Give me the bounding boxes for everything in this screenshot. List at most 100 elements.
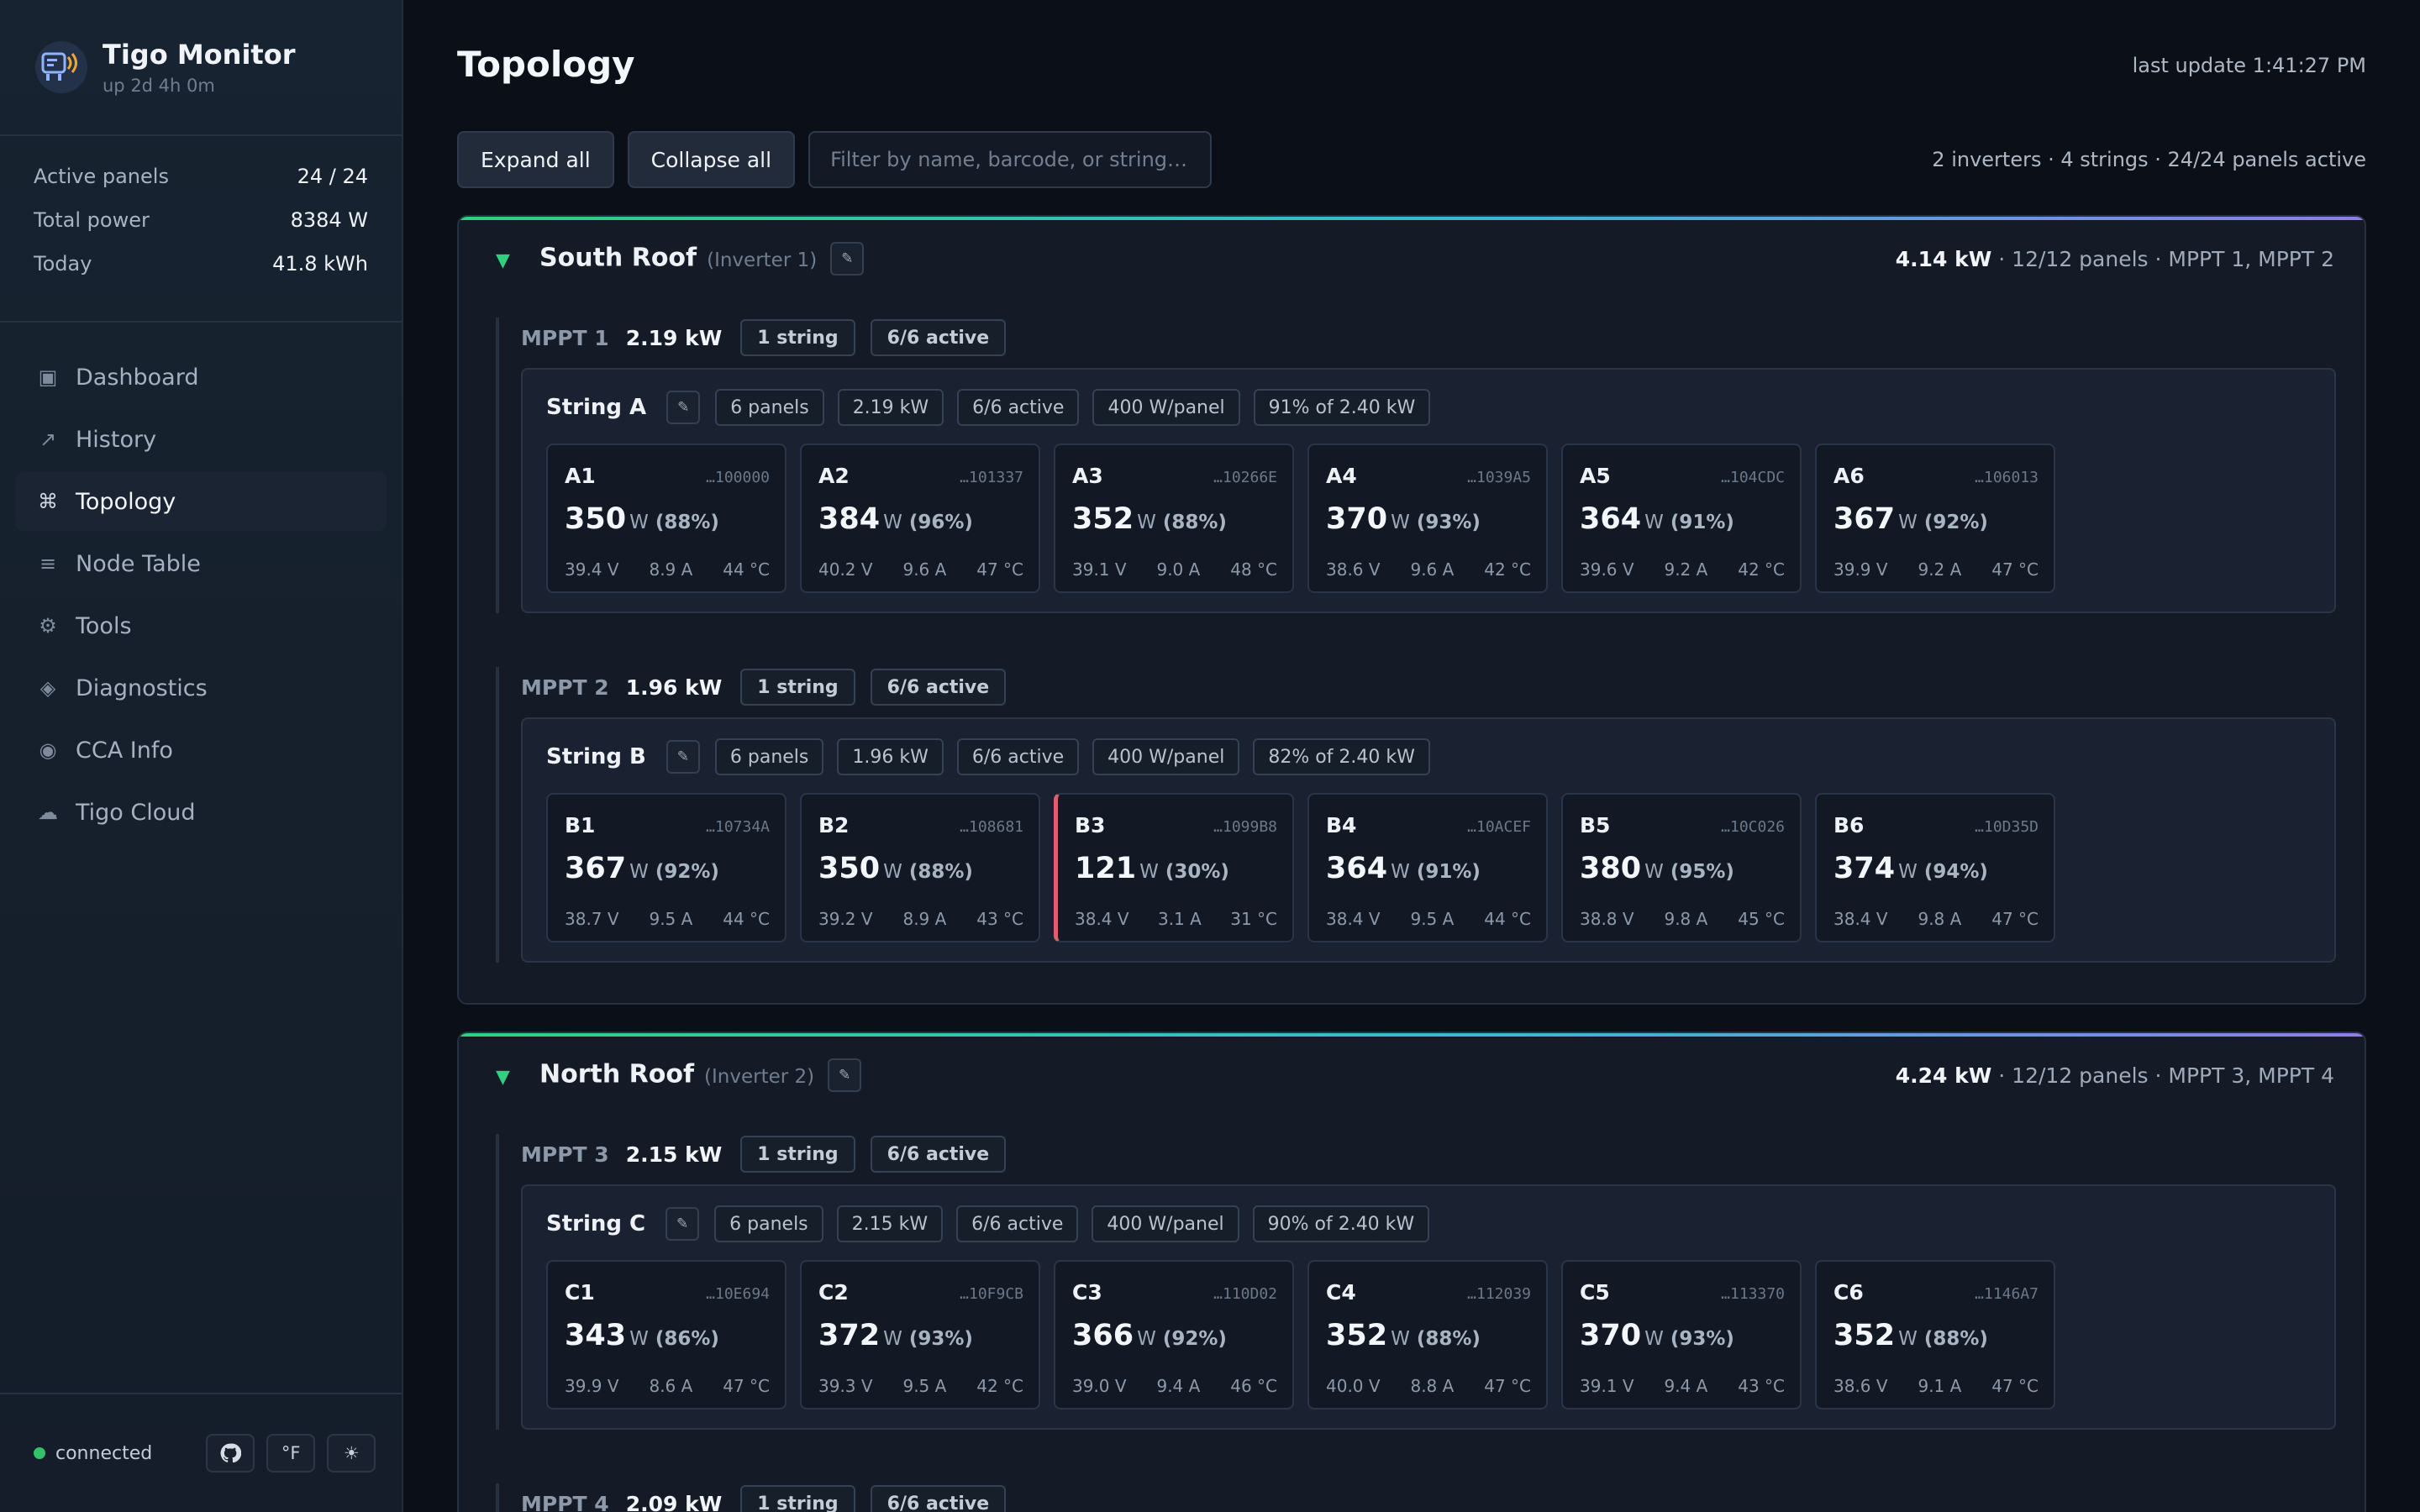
collapse-caret-icon[interactable]: ▼ [496,250,510,271]
sidebar-item-tigo-cloud[interactable]: ☁ Tigo Cloud [15,783,387,842]
panel-metrics: 39.3 V 9.5 A 42 °C [818,1376,1023,1396]
panel-current: 9.5 A [902,1376,947,1396]
mppt-power: 2.19 kW [625,325,723,350]
panel-card[interactable]: B3 …1099B8 121 W (30%) 38.4 V 3.1 A 31 °C [1054,793,1294,942]
panel-id: B1 [565,813,596,837]
sidebar-item-diagnostics[interactable]: ◈ Diagnostics [15,659,387,717]
panel-power-unit: W [1644,512,1664,533]
panel-card[interactable]: A1 …100000 350 W (88%) 39.4 V 8.9 A 44 °C [546,444,786,593]
mppt-label: MPPT 1 [521,325,609,350]
panel-card[interactable]: C3 …110D02 366 W (92%) 39.0 V 9.4 A 46 °C [1054,1260,1294,1410]
collapse-all-button[interactable]: Collapse all [627,131,796,188]
panel-card[interactable]: B4 …10ACEF 364 W (91%) 38.4 V 9.5 A 44 °C [1307,793,1548,942]
mppt-active-count: 6/6 active [870,319,1007,356]
mppt-group: MPPT 3 2.15 kW 1 string 6/6 active String C ✎… [496,1134,2339,1430]
panel-barcode: …10734A [706,818,770,836]
connection-status-dot [34,1447,45,1459]
sidebar-item-label: Tigo Cloud [76,799,196,826]
stat-active-panels: Active panels 24 / 24 [34,155,368,198]
panel-power-percent: (88%) [908,861,973,883]
panel-card[interactable]: B1 …10734A 367 W (92%) 38.7 V 9.5 A 44 °C [546,793,786,942]
panel-power-percent: (92%) [655,861,719,883]
panel-card[interactable]: A6 …106013 367 W (92%) 39.9 V 9.2 A 47 °C [1815,444,2055,593]
topology-icon: ⌘ [38,490,58,513]
github-button[interactable] [206,1434,255,1473]
stats-block: Active panels 24 / 24 Total power 8384 W… [0,136,402,323]
sidebar-item-tools[interactable]: ⚙ Tools [15,596,387,655]
edit-pencil-icon[interactable]: ✎ [828,1058,862,1092]
panel-power-unit: W [1898,512,1918,533]
panel-card[interactable]: A2 …101337 384 W (96%) 40.2 V 9.6 A 47 °C [800,444,1040,593]
panel-card[interactable]: C1 …10E694 343 W (86%) 39.9 V 8.6 A 47 °C [546,1260,786,1410]
mppt-string-count: 1 string [740,1485,855,1512]
stat-today: Today 41.8 kWh [34,242,368,286]
sidebar-item-label: Diagnostics [76,675,208,701]
sidebar-item-topology[interactable]: ⌘ Topology [15,472,387,531]
sidebar-item-history[interactable]: ↗ History [15,410,387,469]
mppt-string-count: 1 string [740,669,855,706]
panel-id: C2 [818,1280,849,1305]
sidebar-item-node-table[interactable]: ≡ Node Table [15,534,387,593]
panel-power-value: 352 [1072,502,1134,536]
panel-power-value: 370 [1326,502,1388,536]
panel-voltage: 38.7 V [565,909,619,929]
panel-metrics: 40.0 V 8.8 A 47 °C [1326,1376,1531,1396]
inverter-subtitle: (Inverter 1) [707,249,818,271]
panel-card[interactable]: C4 …112039 352 W (88%) 40.0 V 8.8 A 47 °C [1307,1260,1548,1410]
panel-temperature: 47 °C [1991,1376,2039,1396]
edit-pencil-icon[interactable]: ✎ [666,740,700,774]
panel-barcode: …110D02 [1213,1285,1277,1303]
edit-pencil-icon[interactable]: ✎ [666,391,701,424]
panel-grid: C1 …10E694 343 W (86%) 39.9 V 8.6 A 47 °C C2 …10F… [546,1260,2069,1410]
panel-current: 8.9 A [902,909,947,929]
theme-toggle-sun-icon[interactable]: ☀ [327,1434,376,1473]
mppt-header: MPPT 1 2.19 kW 1 string 6/6 active [521,318,1021,358]
panel-current: 9.6 A [1410,559,1455,580]
panel-power-unit: W [883,512,902,533]
collapse-caret-icon[interactable]: ▼ [496,1067,510,1088]
inverter-header[interactable]: ▼ South Roof (Inverter 1) ✎ 4.14 kW · 12/12 … [459,217,2365,297]
sidebar-nav: ▣ Dashboard ↗ History ⌘ Topology ≡ Node Table ⚙ T… [0,323,402,842]
panel-card[interactable]: C2 …10F9CB 372 W (93%) 39.3 V 9.5 A 42 °C [800,1260,1040,1410]
inverter-title: South Roof [539,243,697,273]
inverter-header[interactable]: ▼ North Roof (Inverter 2) ✎ 4.24 kW · 12/12 … [459,1033,2365,1114]
panel-card[interactable]: B2 …108681 350 W (88%) 39.2 V 8.9 A 43 °C [800,793,1040,942]
panel-power-unit: W [1898,861,1918,883]
temperature-unit-toggle[interactable]: °F [266,1434,316,1473]
panel-temperature: 47 °C [1484,1376,1531,1396]
panel-power-percent: (88%) [1416,1328,1481,1350]
page-title: Topology [457,44,635,85]
expand-all-button[interactable]: Expand all [457,131,614,188]
string-stat-chip: 91% of 2.40 kW [1253,389,1431,426]
filter-input[interactable] [808,131,1213,188]
sidebar-item-dashboard[interactable]: ▣ Dashboard [15,348,387,407]
panel-card[interactable]: C5 …113370 370 W (93%) 39.1 V 9.4 A 43 °C [1561,1260,1802,1410]
sidebar-item-cca-info[interactable]: ◉ CCA Info [15,721,387,780]
panel-voltage: 38.4 V [1833,909,1888,929]
edit-pencil-icon[interactable]: ✎ [666,1207,700,1241]
string-stat-chip: 6 panels [715,389,824,426]
panel-card[interactable]: A5 …104CDC 364 W (91%) 39.6 V 9.2 A 42 °C [1561,444,1802,593]
string-stat-chip: 90% of 2.40 kW [1252,1205,1430,1242]
panel-metrics: 39.9 V 8.6 A 47 °C [565,1376,770,1396]
panel-power-unit: W [1137,1328,1156,1350]
panel-barcode: …10266E [1213,469,1277,486]
panel-card[interactable]: C6 …1146A7 352 W (88%) 38.6 V 9.1 A 47 °C [1815,1260,2055,1410]
panel-card[interactable]: B5 …10C026 380 W (95%) 38.8 V 9.8 A 45 °C [1561,793,1802,942]
panel-card[interactable]: A3 …10266E 352 W (88%) 39.1 V 9.0 A 48 °C [1054,444,1294,593]
panel-power-unit: W [883,861,902,883]
panel-power: 384 W (96%) [818,502,973,536]
panel-power-unit: W [1391,512,1410,533]
panel-metrics: 38.7 V 9.5 A 44 °C [565,909,770,929]
panel-card[interactable]: B6 …10D35D 374 W (94%) 38.4 V 9.8 A 47 °C [1815,793,2055,942]
panel-barcode: …106013 [1975,469,2039,486]
edit-pencil-icon[interactable]: ✎ [830,242,865,276]
panel-power-unit: W [629,1328,649,1350]
panel-card[interactable]: A4 …1039A5 370 W (93%) 38.6 V 9.6 A 42 °C [1307,444,1548,593]
panel-id: A5 [1580,464,1611,488]
panel-power-value: 367 [1833,502,1896,536]
stat-label: Active panels [34,165,169,188]
panel-barcode: …10E694 [706,1285,770,1303]
mppt-power: 2.09 kW [625,1491,723,1512]
panel-power-percent: (91%) [1670,512,1734,533]
